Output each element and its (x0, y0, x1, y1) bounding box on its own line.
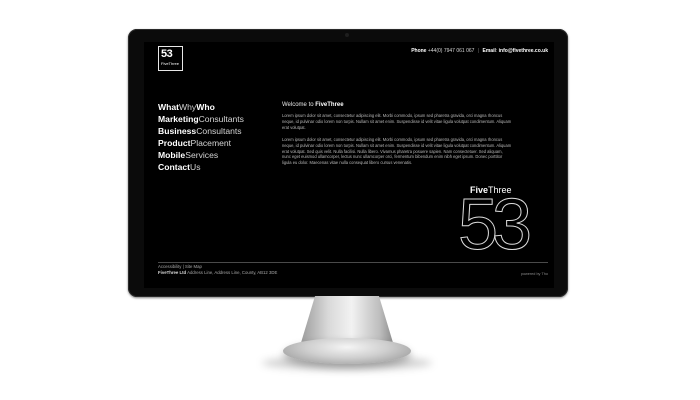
brand-title: FiveThree (470, 185, 512, 195)
monitor-stand-base (283, 338, 411, 364)
intro-paragraph-1: Lorem ipsum dolor sit amet, consectetur … (282, 113, 512, 130)
logo-name: FiveThree (161, 61, 180, 66)
footer-company: FiveThree Ltd (158, 270, 187, 275)
header-contact: Phone +44(0) 7947 061 067 | Email: info@… (411, 48, 548, 54)
nav-item-what-why-who[interactable]: WhatWhyWho (158, 101, 244, 113)
nav-item-product-placement[interactable]: ProductPlacement (158, 137, 244, 149)
footer-link-separator: | (182, 264, 184, 269)
intro-title: Welcome to FiveThree (282, 102, 344, 108)
intro-section: Welcome to FiveThree Lorem ipsum dolor s… (282, 102, 512, 172)
footer-address-text: Address Line, Address Line, County, AB12… (187, 270, 278, 275)
email-label: Email (482, 48, 496, 54)
powered-by[interactable]: powered by Tho (521, 272, 548, 276)
main-nav: WhatWhyWho MarketingConsultants Business… (158, 101, 244, 173)
website-screen: 53 FiveThree Phone +44(0) 7947 061 067 |… (144, 42, 554, 288)
nav-item-contact-us[interactable]: ContactUs (158, 161, 244, 173)
phone-value: +44(0) 7947 061 067 (427, 48, 475, 54)
intro-paragraph-2: Lorem ipsum dolor sit amet, consectetur … (282, 136, 512, 166)
brand-mark: 53 FiveThree (457, 185, 552, 265)
footer-links: Accessibility | Site Map (158, 264, 202, 269)
contact-divider: | (477, 48, 480, 54)
footer-address: FiveThree Ltd Address Line, Address Line… (158, 270, 277, 275)
site-logo[interactable]: 53 FiveThree (158, 46, 183, 71)
camera-dot (345, 33, 349, 37)
monitor-bezel: 53 FiveThree Phone +44(0) 7947 061 067 |… (128, 29, 568, 297)
accessibility-link[interactable]: Accessibility (158, 264, 181, 269)
site-map-link[interactable]: Site Map (185, 264, 202, 269)
nav-item-business-consultants[interactable]: BusinessConsultants (158, 125, 244, 137)
nav-item-marketing-consultants[interactable]: MarketingConsultants (158, 113, 244, 125)
big-53-outline: 53 (457, 185, 532, 265)
logo-number: 53 (161, 48, 173, 60)
footer-divider (158, 262, 548, 263)
nav-item-mobile-services[interactable]: MobileServices (158, 149, 244, 161)
email-link[interactable]: info@fivethree.co.uk (499, 48, 548, 54)
phone-label: Phone (411, 48, 427, 54)
